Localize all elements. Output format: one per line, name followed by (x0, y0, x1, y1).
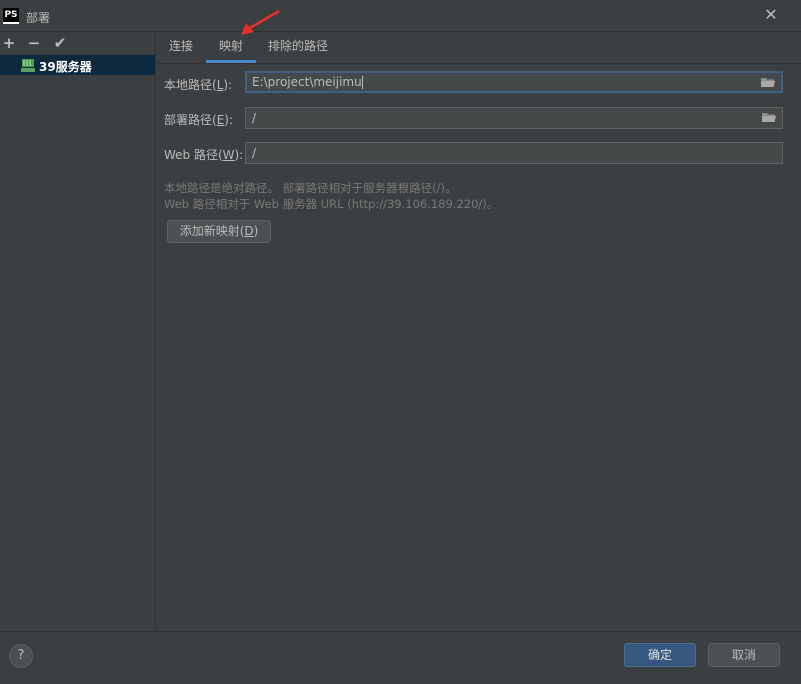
path-hint-line-1: 本地路径是绝对路径。 部署路径相对于服务器根路径(/)。 (164, 181, 457, 195)
phpstorm-app-icon: PS (3, 8, 19, 24)
server-name: 39服务器 (39, 60, 92, 74)
add-new-mapping-button[interactable]: 添加新映射(D) (167, 220, 271, 243)
ok-button[interactable]: 确定 (624, 643, 696, 667)
deployment-path-input[interactable]: / (245, 107, 783, 129)
text-caret (361, 76, 363, 89)
cancel-button[interactable]: 取消 (708, 643, 780, 667)
close-button[interactable]: ✕ (760, 4, 782, 26)
close-icon: ✕ (764, 5, 778, 24)
annotation-arrow-icon (241, 9, 280, 35)
local-path-value: E:\project\meijimu (252, 75, 362, 89)
deployment-path-value: / (252, 111, 257, 125)
tab-label: 排除的路径 (267, 39, 328, 53)
deployment-path-label: 部署路径(E): (164, 113, 234, 127)
web-path-label: Web 路径(W): (164, 148, 244, 162)
web-path-value: / (252, 146, 257, 160)
tab-label: 连接 (168, 39, 193, 53)
local-path-input[interactable]: E:\project\meijimu (245, 71, 783, 93)
local-path-label: 本地路径(L): (164, 78, 233, 92)
set-default-server-button[interactable]: ✔ (51, 34, 69, 52)
plus-icon: + (2, 34, 16, 52)
title-bar: PS 部署 ✕ (0, 0, 801, 32)
path-hint-line-2: Web 路径相对于 Web 服务器 URL (http://39.106.189… (164, 197, 499, 211)
window-title: 部署 (26, 11, 51, 25)
tab-label: 映射 (218, 39, 243, 53)
checkmark-icon: ✔ (53, 34, 67, 52)
folder-icon[interactable] (762, 112, 776, 123)
server-list-panel: + − ✔ 39服务器 (0, 32, 156, 630)
remove-server-button[interactable]: − (25, 34, 43, 52)
footer-divider (0, 631, 801, 632)
question-mark-icon: ? (17, 648, 25, 663)
web-path-input[interactable]: / (245, 142, 783, 164)
minus-icon: − (27, 34, 41, 52)
ftp-icon (21, 59, 35, 72)
add-server-button[interactable]: + (0, 34, 18, 52)
folder-icon[interactable] (761, 77, 775, 88)
server-list-item[interactable]: 39服务器 (0, 55, 155, 75)
server-list-toolbar: + − ✔ (0, 32, 155, 54)
help-button[interactable]: ? (9, 644, 33, 668)
tab-connection[interactable]: 连接 (164, 32, 198, 63)
